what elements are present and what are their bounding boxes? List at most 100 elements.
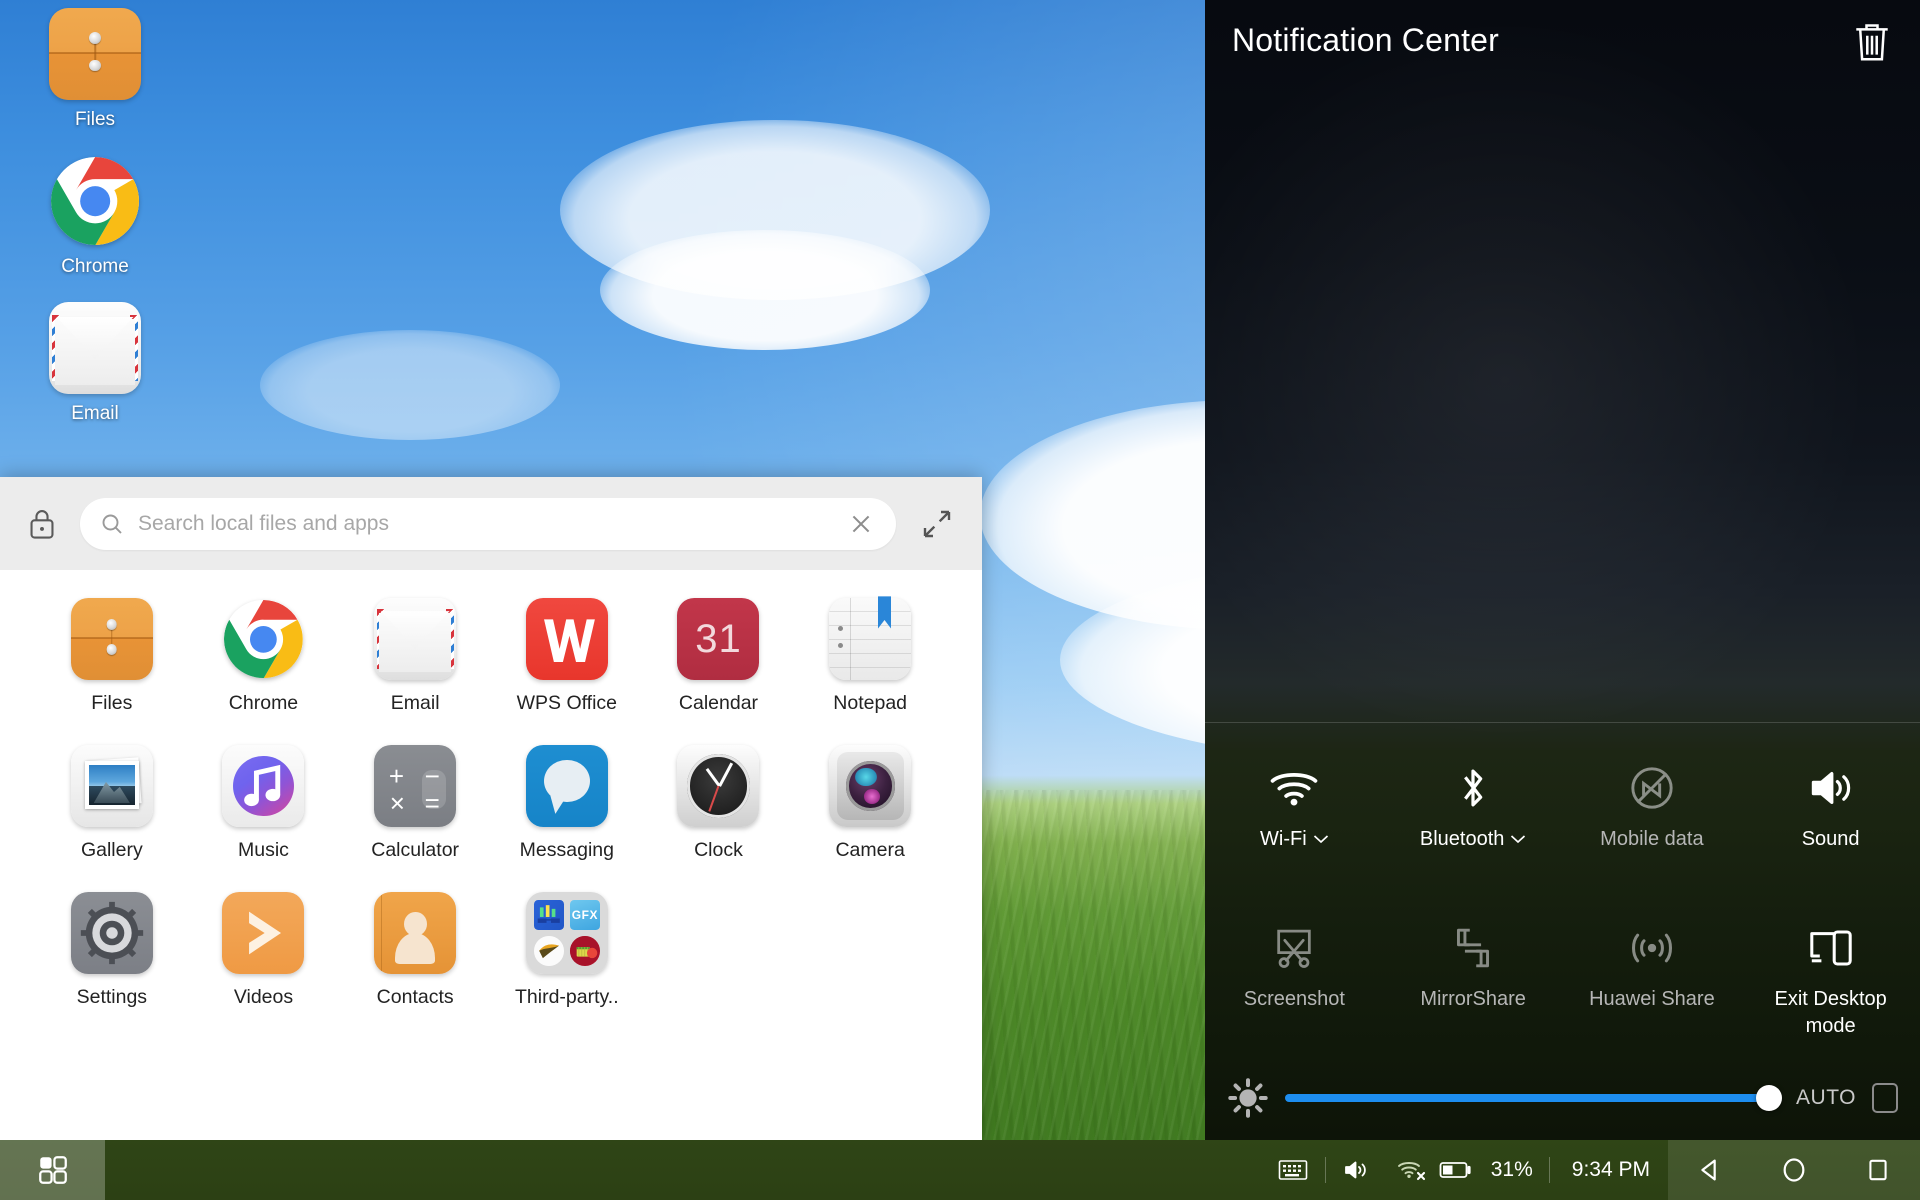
quick-toggle-exit-desktop-mode[interactable]: Exit Desktop mode [1741, 920, 1920, 1040]
app-label: Settings [76, 986, 148, 1008]
chrome-icon [222, 598, 304, 680]
desktop-icon-email[interactable]: Email [20, 302, 170, 425]
app-item-wps-office[interactable]: WPS Office [492, 588, 642, 715]
folder-mini-label: GFX [571, 907, 598, 922]
screenshot-icon [1205, 920, 1384, 976]
app-label: WPS Office [516, 692, 618, 714]
desktop-icon-files[interactable]: Files [20, 8, 170, 131]
trash-icon[interactable] [1850, 18, 1894, 66]
gallery-icon [70, 745, 153, 827]
auto-brightness-label: AUTO [1796, 1086, 1856, 1109]
app-item-contacts[interactable]: Contacts [340, 882, 490, 1009]
app-item-messaging[interactable]: Messaging [492, 735, 642, 862]
quick-toggle-label: Mobile data [1600, 828, 1704, 850]
app-label: Contacts [376, 986, 454, 1008]
app-drawer-header [0, 477, 982, 570]
chrome-icon [49, 155, 141, 247]
cloud-shape [560, 120, 990, 300]
sound-icon [1741, 760, 1920, 816]
app-item-third-party-folder[interactable]: GFX Third-party.. [492, 882, 642, 1009]
app-item-email[interactable]: Email [340, 588, 490, 715]
desktop-icon-chrome[interactable]: Chrome [20, 155, 170, 278]
app-item-settings[interactable]: Settings [37, 882, 187, 1009]
battery-icon[interactable] [1435, 1140, 1479, 1200]
wifi-off-icon[interactable] [1384, 1140, 1435, 1200]
recents-button[interactable] [1836, 1140, 1920, 1200]
search-icon [100, 512, 124, 536]
app-item-calculator[interactable]: + − × = Calculator [340, 735, 490, 862]
app-drawer-panel: Files Chrome [0, 477, 982, 1140]
quick-toggle-label: Exit Desktop mode [1774, 988, 1887, 1037]
folder-mini-icon-3 [534, 936, 564, 966]
brightness-row: AUTO [1205, 1068, 1920, 1128]
app-label: Chrome [228, 692, 299, 714]
clock-icon [677, 745, 760, 827]
quick-toggle-huawei-share[interactable]: Huawei Share [1563, 920, 1742, 1040]
wifi-icon [1205, 760, 1384, 816]
lock-icon[interactable] [22, 504, 62, 544]
calendar-day-number: 31 [695, 616, 742, 661]
quick-toggle-label: Huawei Share [1589, 988, 1715, 1010]
brightness-slider[interactable] [1285, 1085, 1783, 1111]
taskbar: 31% 9:34 PM [0, 1140, 1920, 1200]
quick-settings-row-2: Screenshot MirrorShare Huawei Share Exit… [1205, 920, 1920, 1040]
mirrorshare-icon [1384, 920, 1563, 976]
back-button[interactable] [1668, 1140, 1752, 1200]
volume-icon[interactable] [1330, 1140, 1384, 1200]
app-item-files[interactable]: Files [37, 588, 187, 715]
files-icon [70, 598, 153, 680]
app-label: Gallery [80, 839, 143, 861]
home-button[interactable] [1752, 1140, 1836, 1200]
auto-brightness-checkbox[interactable] [1872, 1083, 1898, 1113]
clock[interactable]: 9:34 PM [1554, 1158, 1668, 1182]
app-grid: Files Chrome Email WPS Office 31 Calenda… [0, 570, 982, 1009]
app-item-notepad[interactable]: Notepad [795, 588, 945, 715]
app-item-gallery[interactable]: Gallery [37, 735, 187, 862]
system-tray: 31% 9:34 PM [1265, 1140, 1668, 1200]
quick-toggle-wifi[interactable]: Wi-Fi [1205, 760, 1384, 852]
notepad-icon [829, 596, 912, 680]
app-label: Music [238, 839, 289, 861]
files-icon [49, 8, 141, 100]
cloud-shape [260, 330, 560, 440]
app-item-calendar[interactable]: 31 Calendar [643, 588, 793, 715]
contacts-icon [374, 892, 457, 974]
app-label: Notepad [833, 692, 908, 714]
expand-icon[interactable] [914, 501, 960, 547]
desktop-screen: Files Chrome Email Search local files an… [0, 0, 1920, 1200]
camera-icon [829, 745, 912, 827]
folder-mini-icon-2: GFX [570, 900, 600, 930]
quick-toggle-bluetooth[interactable]: Bluetooth [1384, 760, 1563, 852]
quick-toggle-sound[interactable]: Sound [1741, 760, 1920, 852]
messaging-icon [525, 745, 608, 827]
app-item-chrome[interactable]: Chrome [188, 588, 338, 715]
notification-center-panel: Notification Center Wi-Fi Bluetooth Mobi… [1205, 0, 1920, 1140]
cloud-shape [600, 230, 930, 350]
music-icon [222, 745, 305, 827]
brightness-icon [1227, 1077, 1269, 1119]
keyboard-icon[interactable] [1265, 1140, 1321, 1200]
app-item-clock[interactable]: Clock [643, 735, 793, 862]
quick-toggle-label: Sound [1801, 828, 1860, 850]
quick-toggle-mobile-data[interactable]: Mobile data [1563, 760, 1742, 852]
search-input[interactable] [138, 511, 830, 536]
app-launcher-icon[interactable] [0, 1140, 105, 1200]
chevron-down-icon[interactable] [1510, 834, 1526, 844]
search-box[interactable] [80, 497, 896, 550]
brightness-slider-handle[interactable] [1756, 1085, 1783, 1111]
desktop-icon-label: Chrome [61, 256, 129, 277]
quick-toggle-mirrorshare[interactable]: MirrorShare [1384, 920, 1563, 1040]
battery-percentage: 31% [1490, 1158, 1533, 1181]
close-icon[interactable] [844, 507, 878, 541]
email-icon [49, 302, 141, 394]
quick-toggle-screenshot[interactable]: Screenshot [1205, 920, 1384, 1040]
app-item-camera[interactable]: Camera [795, 735, 945, 862]
app-item-music[interactable]: Music [188, 735, 338, 862]
chevron-down-icon[interactable] [1313, 834, 1329, 844]
app-label: Clock [694, 839, 743, 861]
bluetooth-icon [1384, 760, 1563, 816]
quick-toggle-label: MirrorShare [1420, 988, 1526, 1010]
app-item-videos[interactable]: Videos [188, 882, 338, 1009]
app-label: Messaging [519, 839, 614, 861]
app-label: Calculator [371, 839, 460, 861]
